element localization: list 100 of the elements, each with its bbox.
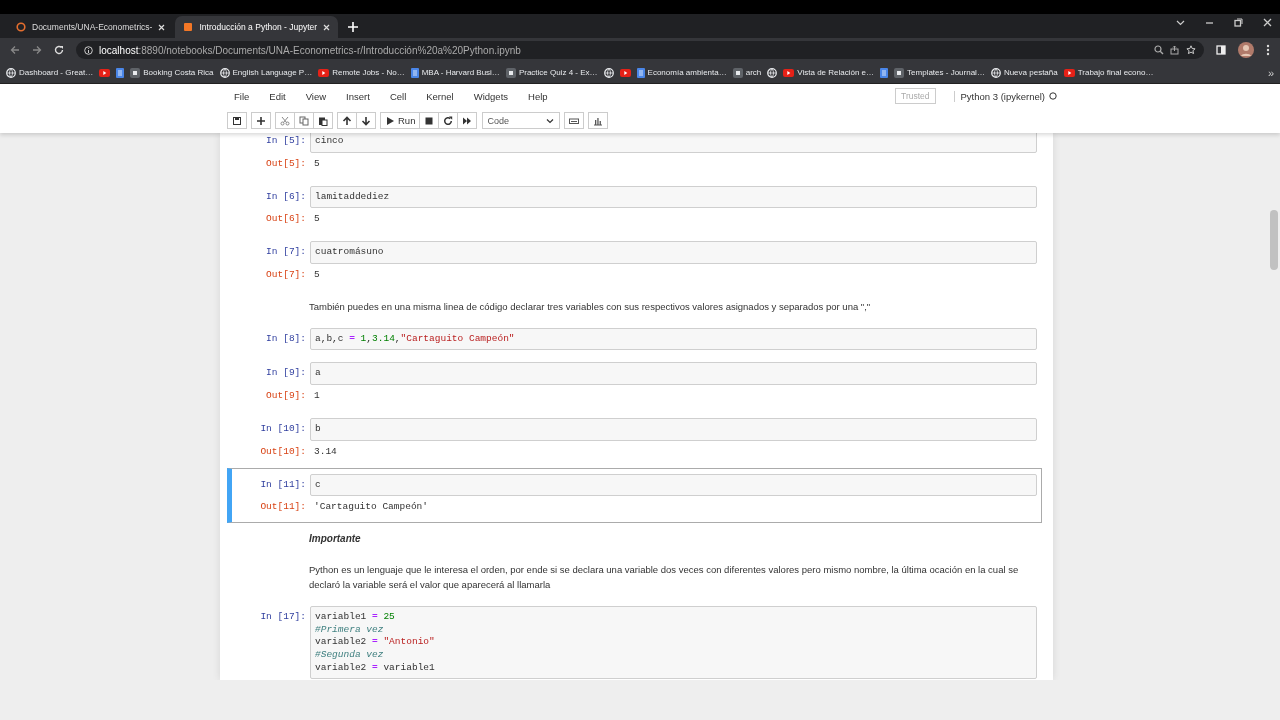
- arrow-up-icon: [342, 115, 352, 126]
- avatar-icon[interactable]: [1238, 42, 1254, 58]
- bookmark-link[interactable]: Templates - Journal…: [894, 67, 985, 78]
- bookmark-link[interactable]: Practice Quiz 4 - Ex…: [505, 67, 598, 78]
- output-prompt: Out[9]:: [265, 388, 307, 401]
- restart-button[interactable]: [438, 112, 459, 129]
- scrollbar-thumb[interactable]: [1270, 210, 1278, 270]
- bookmark-link[interactable]: English Language P…: [219, 67, 313, 78]
- markdown-text: Python es un lenguaje que le interesa el orden, por ende si se declara una variable dos veces con diferentes valores pero mismo nombre, la última ocación en la cual se declaró la variable será el valor que aparecerá al llamarla: [309, 563, 1020, 593]
- notebook-cell[interactable]: In [6]: lamitaddediez Out[6]: 5: [227, 179, 1042, 236]
- stop-icon: [424, 115, 435, 126]
- video-icon: [318, 68, 330, 77]
- notebook-cell[interactable]: In [11]: c Out[11]: 'Cartaguito Campeón': [227, 467, 1042, 524]
- kernel-name[interactable]: Python 3 (ipykernel): [960, 90, 1045, 102]
- code-cell-input[interactable]: b: [310, 417, 1037, 441]
- bookmark-link[interactable]: Nueva pestaña: [990, 67, 1058, 78]
- code-cell-input[interactable]: c: [310, 473, 1037, 497]
- more-bookmarks-button[interactable]: »: [1267, 66, 1274, 79]
- play-icon: [385, 115, 395, 126]
- menu-item[interactable]: Widgets: [463, 90, 519, 102]
- bookmark-icon[interactable]: [99, 68, 111, 77]
- plus-icon[interactable]: [348, 22, 359, 32]
- zoom-icon[interactable]: [1154, 45, 1164, 55]
- save-button[interactable]: [227, 112, 247, 129]
- share-icon[interactable]: [1170, 45, 1180, 55]
- bookmark-link[interactable]: Booking Costa Rica: [130, 67, 214, 78]
- cell-type-select[interactable]: Code: [482, 112, 561, 129]
- bookmark-icon[interactable]: [767, 67, 778, 78]
- notebook-cell[interactable]: In [7]: cuatromásuno Out[7]: 5: [227, 235, 1042, 291]
- code-cell-input[interactable]: variable1 = 25 #Primera vez variable2 = "Antonio" #Segunda vez variable2 = variable1: [310, 606, 1037, 680]
- kernel-status-icon: [1049, 92, 1057, 100]
- code-cell-input[interactable]: cinco: [310, 133, 1037, 153]
- menu-icon[interactable]: [1266, 44, 1270, 56]
- bookmark-icon[interactable]: [603, 67, 614, 78]
- site-icon: [130, 67, 141, 78]
- code-line: #Primera vez: [315, 623, 384, 637]
- star-icon[interactable]: [1186, 45, 1196, 55]
- code-cell-input[interactable]: cuatromásuno: [310, 241, 1037, 264]
- code-line: variable2 = "Antonio": [315, 636, 435, 649]
- bookmark-link[interactable]: arch: [732, 67, 762, 78]
- run-all-button[interactable]: [457, 112, 478, 129]
- move-up-button[interactable]: [337, 112, 357, 129]
- reload-icon[interactable]: [54, 45, 64, 55]
- code-cell-input[interactable]: a,b,c = 1,3.14,"Cartaguito Campeón": [310, 327, 1037, 351]
- code-line: lamitaddediez: [315, 190, 390, 204]
- code-line: cinco: [315, 135, 344, 148]
- code-line: #Segunda vez: [315, 648, 384, 662]
- markdown-text: También puedes en una misma linea de código declarar tres variables con sus respectivos valores asignados y separados por una ",": [309, 299, 872, 314]
- address-bar[interactable]: localhost:8890/notebooks/Documents/UNA-Econometrics-r/Introducción%20a%20Python.ipynb: [76, 41, 1204, 59]
- video-icon: [619, 68, 631, 77]
- input-prompt: In [17]:: [259, 610, 307, 623]
- bookmark-link[interactable]: Remote Jobs - No…: [318, 68, 405, 77]
- close-icon[interactable]: [323, 23, 331, 31]
- bookmark-link[interactable]: MBA - Harvard Busi…: [410, 67, 500, 78]
- menu-item[interactable]: Kernel: [416, 90, 464, 102]
- close-icon[interactable]: [158, 23, 166, 31]
- menu-item[interactable]: Cell: [379, 90, 417, 102]
- side-panel-icon[interactable]: [1216, 45, 1226, 55]
- chevron-down-icon[interactable]: [1176, 18, 1185, 27]
- notebook-cell[interactable]: In [17]: variable1 = 25 #Primera vez variable2 = "Antonio" #Segunda vez variable2 = variable1: [227, 600, 1042, 680]
- browser-tab[interactable]: Introducción a Python - Jupyter: [175, 16, 339, 38]
- input-prompt: In [10]:: [259, 421, 307, 434]
- menu-item[interactable]: Insert: [336, 90, 380, 102]
- code-cell-input[interactable]: lamitaddediez: [310, 185, 1037, 209]
- back-icon[interactable]: [10, 45, 20, 55]
- keyboard-button[interactable]: [564, 112, 585, 129]
- browser-tab[interactable]: Documents/UNA-Econometrics-: [8, 16, 174, 38]
- forward-icon[interactable]: [32, 45, 42, 55]
- restore-icon[interactable]: [1234, 18, 1243, 27]
- notebook-cell[interactable]: In [10]: b Out[10]: 3.14: [227, 411, 1042, 468]
- menu-item[interactable]: Help: [518, 90, 558, 102]
- document-icon: [880, 67, 889, 78]
- run-button[interactable]: Run: [380, 112, 421, 129]
- bookmark-link[interactable]: Vista de Relación e…: [783, 68, 875, 77]
- cell-output: 5: [313, 267, 321, 282]
- code-cell-input[interactable]: a: [310, 362, 1037, 385]
- code-line: cuatromásuno: [315, 246, 384, 259]
- menu-item[interactable]: Edit: [259, 90, 296, 102]
- bookmark-link[interactable]: Economía ambienta…: [636, 67, 727, 78]
- move-down-button[interactable]: [356, 112, 376, 129]
- menu-item[interactable]: File: [224, 90, 260, 102]
- notebook-cell[interactable]: In [5]: cinco Out[5]: 5: [227, 133, 1042, 180]
- menu-item[interactable]: View: [295, 90, 337, 102]
- chart-button[interactable]: [588, 112, 609, 129]
- close-icon[interactable]: [1263, 18, 1272, 27]
- bookmark-link[interactable]: Trabajo final econo…: [1063, 68, 1154, 77]
- input-prompt: In [11]:: [259, 477, 307, 490]
- site-icon: [732, 67, 743, 78]
- bookmark-icon[interactable]: [116, 67, 125, 78]
- bookmark-link[interactable]: Dashboard - Great…: [6, 67, 94, 78]
- document-icon: [116, 67, 125, 78]
- notebook-cell[interactable]: In [9]: a Out[9]: 1: [227, 356, 1042, 412]
- stop-button[interactable]: [419, 112, 440, 129]
- cell-output: 1: [313, 388, 321, 403]
- bookmark-icon[interactable]: [619, 68, 631, 77]
- insert-cell-button[interactable]: [251, 112, 271, 129]
- notebook-icon: [183, 22, 194, 32]
- notebook-cell[interactable]: In [8]: a,b,c = 1,3.14,"Cartaguito Campeón": [227, 321, 1042, 357]
- paste-button[interactable]: [313, 112, 333, 129]
- bookmark-icon[interactable]: [880, 67, 889, 78]
